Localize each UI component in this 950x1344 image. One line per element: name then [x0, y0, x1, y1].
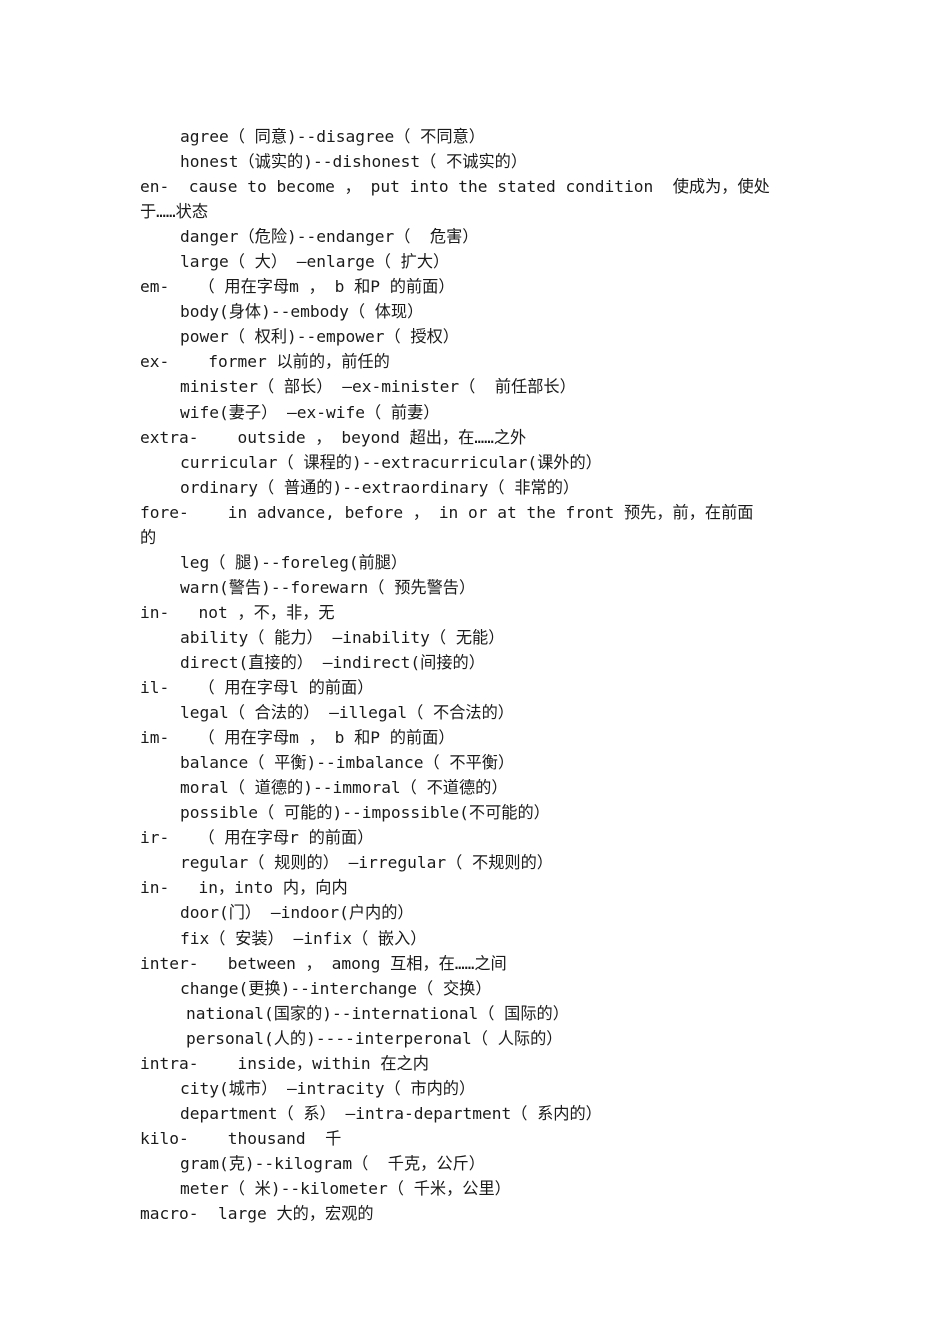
- prefix-entry-line: em- （ 用在字母m ， b 和P 的前面）: [140, 277, 455, 297]
- example-word-line: national(国家的)--international（ 国际的）: [186, 1003, 569, 1023]
- example-word-line: balance（ 平衡)--imbalance（ 不平衡）: [180, 753, 515, 773]
- example-word-line: legal（ 合法的） —illegal（ 不合法的）: [180, 703, 514, 723]
- example-word-line: city(城市） —intracity（ 市内的）: [180, 1078, 476, 1098]
- example-word-line: power（ 权利)--empower（ 授权）: [180, 327, 459, 347]
- example-word-line: ability（ 能力） —inability（ 无能）: [180, 627, 505, 647]
- prefix-entry-line: fore- in advance, before ， in or at the …: [140, 502, 754, 522]
- prefix-entry-line: ex- former 以前的，前任的: [140, 352, 390, 372]
- example-word-line: department（ 系） —intra-department（ 系内的）: [180, 1103, 602, 1123]
- prefix-entry-line: ir- （ 用在字母r 的前面）: [140, 828, 374, 848]
- example-word-line: warn(警告)--forewarn（ 预先警告）: [180, 577, 476, 597]
- prefix-entry-line: in- in，into 内，向内: [140, 878, 348, 898]
- example-word-line: danger（危险)--endanger（ 危害）: [180, 227, 479, 247]
- example-word-line: direct(直接的） —indirect(间接的）: [180, 652, 485, 672]
- example-word-line: personal(人的)----interperonal（ 人际的）: [186, 1028, 563, 1048]
- prefix-entry-line: in- not ，不，非，无: [140, 602, 335, 622]
- document-page: agree（ 同意)--disagree（ 不同意） honest（诚实的)--d…: [0, 0, 950, 1344]
- example-word-line: wife(妻子） —ex-wife（ 前妻）: [180, 402, 440, 422]
- example-word-line: gram(克)--kilogram（ 千克，公斤）: [180, 1153, 485, 1173]
- example-word-line: regular（ 规则的） —irregular（ 不规则的）: [180, 853, 553, 873]
- example-word-line: ordinary（ 普通的)--extraordinary（ 非常的）: [180, 477, 580, 497]
- example-word-line: large（ 大） —enlarge（ 扩大）: [180, 252, 450, 272]
- prefix-entry-line: kilo- thousand 千: [140, 1128, 342, 1148]
- example-word-line: meter（ 米)--kilometer（ 千米，公里）: [180, 1178, 511, 1198]
- example-word-line: leg（ 腿)--foreleg(前腿）: [180, 552, 408, 572]
- prefix-entry-line: en- cause to become ， put into the state…: [140, 177, 770, 197]
- prefix-entry-line: extra- outside ， beyond 超出，在……之外: [140, 427, 527, 447]
- prefix-entry-line: il- （ 用在字母l 的前面）: [140, 678, 374, 698]
- prefix-entry-line: macro- large 大的，宏观的: [140, 1204, 374, 1224]
- wrapped-continuation-line: 的: [140, 527, 157, 547]
- wrapped-continuation-line: 于……状态: [140, 202, 209, 222]
- example-word-line: moral（ 道德的)--immoral（ 不道德的）: [180, 778, 508, 798]
- example-word-line: possible（ 可能的)--impossible(不可能的）: [180, 803, 550, 823]
- example-word-line: change(更换)--interchange（ 交换）: [180, 978, 492, 998]
- example-word-line: minister（ 部长） —ex-minister（ 前任部长）: [180, 377, 576, 397]
- prefix-entry-line: im- （ 用在字母m ， b 和P 的前面）: [140, 728, 455, 748]
- example-word-line: agree（ 同意)--disagree（ 不同意）: [180, 127, 485, 146]
- example-word-line: body(身体)--embody（ 体现）: [180, 302, 424, 322]
- example-word-line: curricular（ 课程的)--extracurricular(课外的）: [180, 452, 602, 472]
- prefix-entry-line: inter- between ， among 互相，在……之间: [140, 953, 507, 973]
- prefix-entry-line: intra- inside，within 在之内: [140, 1053, 429, 1073]
- example-word-line: fix（ 安装） —infix（ 嵌入）: [180, 928, 427, 948]
- example-word-line: door(门） —indoor(户内的）: [180, 903, 414, 923]
- example-word-line: honest（诚实的)--dishonest（ 不诚实的）: [180, 152, 528, 172]
- document-text-body: agree（ 同意)--disagree（ 不同意） honest（诚实的)--d…: [140, 124, 820, 1226]
